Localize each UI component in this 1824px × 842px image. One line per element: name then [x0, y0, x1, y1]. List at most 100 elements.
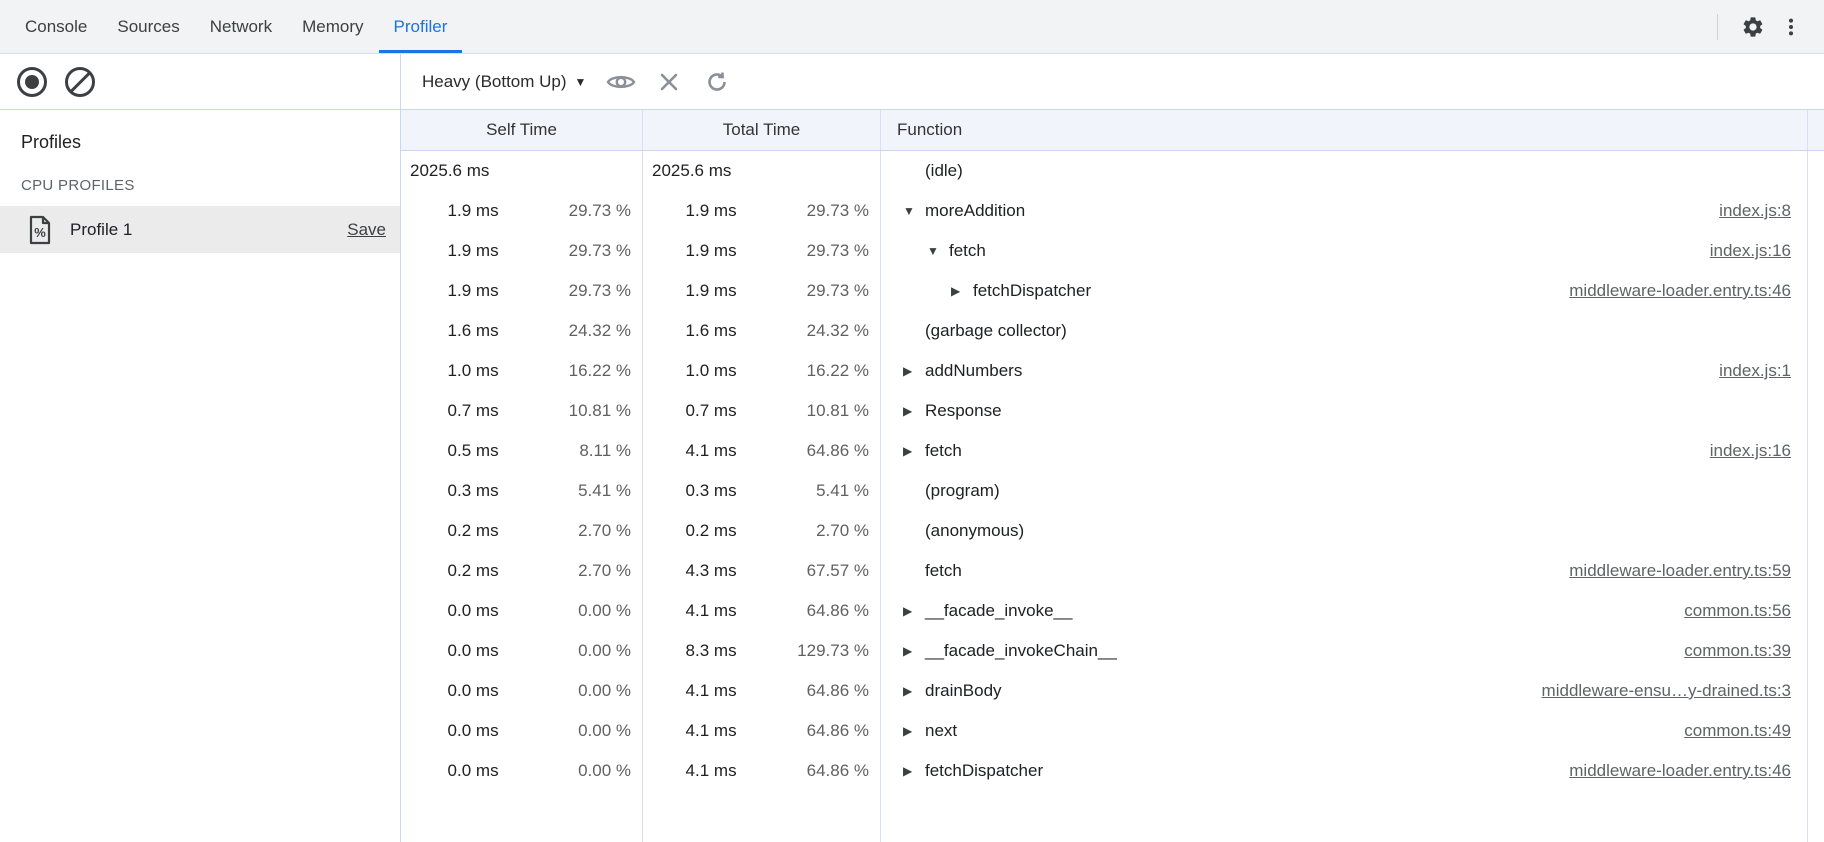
function-cell[interactable]: ▶__facade_invoke__common.ts:56	[881, 591, 1807, 631]
self-time-cell[interactable]: 0.2 ms2.70 %	[401, 551, 642, 591]
total-time-cell[interactable]: 1.9 ms29.73 %	[643, 191, 880, 231]
function-cell[interactable]: (idle)	[881, 151, 1807, 191]
total-time-cell[interactable]: 1.9 ms29.73 %	[643, 231, 880, 271]
column-header-function[interactable]: Function	[881, 110, 1808, 150]
focus-eye-icon[interactable]	[602, 63, 640, 101]
total-time-cell[interactable]: 0.2 ms2.70 %	[643, 511, 880, 551]
record-icon[interactable]	[17, 67, 47, 97]
expand-arrow-icon[interactable]: ▶	[903, 404, 925, 418]
collapse-arrow-icon[interactable]: ▼	[927, 244, 949, 258]
sidebar-item-profile-1[interactable]: % Profile 1 Save	[0, 206, 400, 253]
function-cell[interactable]: (anonymous)	[881, 511, 1807, 551]
time-percent-value: 0.00 %	[499, 721, 642, 741]
tab-memory[interactable]: Memory	[287, 0, 378, 53]
self-time-cell[interactable]: 0.7 ms10.81 %	[401, 391, 642, 431]
total-time-cell[interactable]: 2025.6 ms	[643, 151, 880, 191]
expand-arrow-icon[interactable]: ▶	[903, 684, 925, 698]
expand-arrow-icon[interactable]: ▶	[903, 644, 925, 658]
function-cell[interactable]: ▶Response	[881, 391, 1807, 431]
function-cell[interactable]: (garbage collector)	[881, 311, 1807, 351]
self-time-cell[interactable]: 2025.6 ms	[401, 151, 642, 191]
time-ms-value: 4.1 ms	[643, 601, 737, 621]
expand-arrow-icon[interactable]: ▶	[903, 604, 925, 618]
tab-profiler[interactable]: Profiler	[379, 0, 463, 53]
expand-arrow-icon[interactable]: ▶	[951, 284, 973, 298]
time-ms-value: 1.6 ms	[643, 321, 737, 341]
file-link[interactable]: index.js:16	[1710, 441, 1791, 461]
file-link[interactable]: common.ts:39	[1684, 641, 1791, 661]
function-cell[interactable]: ▶fetchindex.js:16	[881, 431, 1807, 471]
total-time-cell[interactable]: 4.1 ms64.86 %	[643, 671, 880, 711]
total-time-cell[interactable]: 1.6 ms24.32 %	[643, 311, 880, 351]
function-cell[interactable]: ▶addNumbersindex.js:1	[881, 351, 1807, 391]
tabbar-divider	[1717, 14, 1718, 40]
function-cell[interactable]: ▶fetchDispatchermiddleware-loader.entry.…	[881, 751, 1807, 791]
time-ms-value: 0.0 ms	[401, 681, 499, 701]
total-time-cell[interactable]: 4.1 ms64.86 %	[643, 591, 880, 631]
function-cell[interactable]: ▶drainBodymiddleware-ensu…y-drained.ts:3	[881, 671, 1807, 711]
self-time-cell[interactable]: 0.0 ms0.00 %	[401, 591, 642, 631]
function-cell[interactable]: ▼fetchindex.js:16	[881, 231, 1807, 271]
save-profile-link[interactable]: Save	[347, 220, 386, 240]
function-name: (anonymous)	[925, 521, 1024, 541]
column-header-self-time[interactable]: Self Time	[401, 110, 643, 150]
function-cell[interactable]: ▶fetchDispatchermiddleware-loader.entry.…	[881, 271, 1807, 311]
self-time-cell[interactable]: 0.2 ms2.70 %	[401, 511, 642, 551]
self-time-cell[interactable]: 0.0 ms0.00 %	[401, 711, 642, 751]
self-time-cell[interactable]: 0.5 ms8.11 %	[401, 431, 642, 471]
restore-refresh-icon[interactable]	[698, 63, 736, 101]
function-cell[interactable]: (program)	[881, 471, 1807, 511]
time-ms-value: 0.0 ms	[401, 721, 499, 741]
self-time-cell[interactable]: 0.0 ms0.00 %	[401, 671, 642, 711]
file-link[interactable]: middleware-loader.entry.ts:46	[1569, 281, 1791, 301]
function-cell[interactable]: ▶__facade_invokeChain__common.ts:39	[881, 631, 1807, 671]
self-time-cell[interactable]: 0.3 ms5.41 %	[401, 471, 642, 511]
function-cell[interactable]: ▶nextcommon.ts:49	[881, 711, 1807, 751]
file-link[interactable]: middleware-ensu…y-drained.ts:3	[1542, 681, 1791, 701]
total-time-cell[interactable]: 1.9 ms29.73 %	[643, 271, 880, 311]
file-link[interactable]: common.ts:56	[1684, 601, 1791, 621]
self-time-cell[interactable]: 1.6 ms24.32 %	[401, 311, 642, 351]
clear-icon[interactable]	[65, 67, 95, 97]
more-menu-icon[interactable]	[1772, 8, 1810, 46]
tab-sources[interactable]: Sources	[102, 0, 194, 53]
collapse-arrow-icon[interactable]: ▼	[903, 204, 925, 218]
time-ms-value: 0.7 ms	[643, 401, 737, 421]
total-time-cell[interactable]: 4.1 ms64.86 %	[643, 431, 880, 471]
time-ms-value: 4.1 ms	[643, 721, 737, 741]
self-time-cell[interactable]: 1.9 ms29.73 %	[401, 191, 642, 231]
file-link[interactable]: index.js:1	[1719, 361, 1791, 381]
total-time-cell[interactable]: 0.3 ms5.41 %	[643, 471, 880, 511]
expand-arrow-icon[interactable]: ▶	[903, 764, 925, 778]
total-time-cell[interactable]: 4.1 ms64.86 %	[643, 751, 880, 791]
self-time-cell[interactable]: 0.0 ms0.00 %	[401, 631, 642, 671]
total-time-cell[interactable]: 1.0 ms16.22 %	[643, 351, 880, 391]
time-percent-value: 64.86 %	[737, 721, 880, 741]
self-time-cell[interactable]: 1.0 ms16.22 %	[401, 351, 642, 391]
file-link[interactable]: index.js:8	[1719, 201, 1791, 221]
tab-console[interactable]: Console	[10, 0, 102, 53]
time-percent-value: 10.81 %	[499, 401, 642, 421]
expand-arrow-icon[interactable]: ▶	[903, 364, 925, 378]
self-time-cell[interactable]: 1.9 ms29.73 %	[401, 271, 642, 311]
file-link[interactable]: common.ts:49	[1684, 721, 1791, 741]
function-cell[interactable]: fetchmiddleware-loader.entry.ts:59	[881, 551, 1807, 591]
profiler-data-grid: Self Time Total Time Function 2025.6 ms1…	[401, 110, 1824, 842]
function-cell[interactable]: ▼moreAdditionindex.js:8	[881, 191, 1807, 231]
self-time-cell[interactable]: 0.0 ms0.00 %	[401, 751, 642, 791]
tab-network[interactable]: Network	[195, 0, 287, 53]
total-time-cell[interactable]: 8.3 ms129.73 %	[643, 631, 880, 671]
exclude-close-icon[interactable]	[650, 63, 688, 101]
settings-gear-icon[interactable]	[1734, 8, 1772, 46]
total-time-cell[interactable]: 4.3 ms67.57 %	[643, 551, 880, 591]
self-time-cell[interactable]: 1.9 ms29.73 %	[401, 231, 642, 271]
total-time-cell[interactable]: 0.7 ms10.81 %	[643, 391, 880, 431]
expand-arrow-icon[interactable]: ▶	[903, 724, 925, 738]
column-header-total-time[interactable]: Total Time	[643, 110, 881, 150]
view-mode-dropdown[interactable]: Heavy (Bottom Up) ▼	[416, 68, 592, 96]
file-link[interactable]: index.js:16	[1710, 241, 1791, 261]
file-link[interactable]: middleware-loader.entry.ts:46	[1569, 761, 1791, 781]
expand-arrow-icon[interactable]: ▶	[903, 444, 925, 458]
file-link[interactable]: middleware-loader.entry.ts:59	[1569, 561, 1791, 581]
total-time-cell[interactable]: 4.1 ms64.86 %	[643, 711, 880, 751]
